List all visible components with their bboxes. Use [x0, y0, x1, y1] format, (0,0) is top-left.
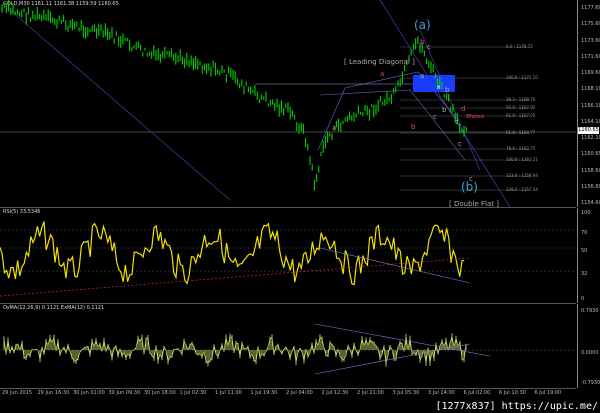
price-tick: 1162.10	[581, 135, 600, 141]
wave-mark: b	[442, 106, 447, 114]
price-tick: 1166.10	[581, 102, 600, 109]
wave-mark: a	[380, 70, 385, 78]
fib-level-label: 50.0 : 1167.92	[506, 105, 536, 110]
price-tick: 1164.10	[581, 118, 600, 125]
wave-mark: b	[411, 123, 416, 131]
rsi-pane[interactable]: RSI(5) 33.5346	[0, 208, 576, 304]
time-tick: 29 Jun 16:30	[37, 390, 70, 396]
time-tick: 30 Jun 01:00	[73, 390, 105, 396]
price-tick: 1168.10	[581, 86, 600, 93]
wave-mark: a	[420, 72, 425, 80]
trend-line	[9, 9, 231, 201]
current-price-tag: 1160.65	[578, 127, 599, 134]
price-chart-svg[interactable]	[0, 0, 576, 207]
osma-svg	[0, 323, 576, 375]
price-tick: 1175.60	[581, 21, 600, 28]
price-tick: 1156.60	[581, 183, 600, 190]
wave-mark: b	[420, 38, 425, 46]
rsi-svg	[0, 221, 576, 297]
rsi-tick: 100	[581, 210, 591, 216]
wave-mark: d	[461, 105, 466, 113]
rsi-axis: 100 70 50 32 0	[577, 208, 600, 303]
time-tick: 2 Jul 12:30	[321, 390, 349, 396]
price-axis: 1177.60 1175.60 1173.60 1171.60 1169.60 1168.…	[577, 0, 600, 207]
fib-level-label: 100.0 : 1161.21	[506, 157, 538, 162]
wave-a-label: (a)	[414, 18, 431, 32]
time-tick: 2 Jul 04:00	[286, 390, 313, 396]
watermark: [1277x837] https://upic.me/	[435, 401, 598, 412]
rsi-line	[0, 221, 465, 286]
price-chart-pane[interactable]: GOLD,M30 1161.11 1161.38 1159.59 1160.65…	[0, 0, 576, 208]
price-tick: 1158.60	[581, 167, 600, 174]
price-tick: 1169.60	[581, 70, 600, 76]
osma-tick: -0.7930	[581, 380, 600, 386]
fib-level-label: 61.8 : 1164.77	[506, 130, 536, 135]
x-label: x	[437, 84, 441, 91]
fib-level-label: 123.6 : 1158.94	[506, 173, 538, 178]
wave-mark: c	[458, 140, 462, 148]
rsi-tick: 0	[581, 296, 585, 302]
rsi-trend	[0, 257, 471, 297]
time-tick: 1 Jul 02:30	[179, 390, 207, 396]
osma-trend	[314, 343, 471, 375]
time-tick: 30 Jun 09:30	[108, 390, 141, 396]
failed-label: failed	[470, 114, 484, 120]
fib-level-label: 0.0 : 1176.72	[506, 44, 533, 49]
fib-level-label: 78.6 : 1162.75	[506, 146, 536, 151]
price-tick: 1154.60	[581, 200, 600, 206]
double-flat-label: [ Double Flat ]	[449, 200, 499, 208]
osma-tick: 0.0000	[581, 350, 599, 356]
price-tick: 1160.65	[581, 151, 600, 158]
time-tick: 6 Jul 02:00	[463, 390, 491, 396]
fib-level-label: 100.0 : 1171.10	[506, 75, 538, 80]
price-tick: 1177.60	[581, 5, 600, 11]
rsi-tick: 50	[581, 248, 588, 254]
wave-mark: b	[445, 86, 450, 94]
time-tick: 3 Jul 05:30	[392, 390, 420, 396]
wave-mark: c	[427, 43, 431, 51]
wave-mark: c	[469, 175, 473, 183]
rsi-tick: 70	[581, 230, 588, 236]
wave-mark: c	[455, 118, 459, 126]
time-tick: 1 Jul 19:30	[250, 390, 278, 396]
time-tick: 6 Jul 10:30	[499, 390, 526, 396]
wave-mark: a	[332, 124, 337, 132]
leading-diagonal-label: [ Leading Diagonal ]	[344, 58, 415, 66]
osma-tick: 0.7930	[581, 308, 599, 314]
time-tick: 3 Jul 14:00	[428, 390, 455, 396]
fib-level-label: 61.8 : 1167.05	[506, 113, 536, 118]
price-tick: 1173.60	[581, 37, 600, 44]
osma-pane[interactable]: OsMA(12,26,9) 0.1121 ExMA(12) 0.1121	[0, 304, 576, 389]
rsi-tick: 32	[581, 271, 588, 277]
osma-axis: 0.7930 0.0000 -0.7930	[577, 304, 600, 388]
time-tick: 1 Jul 11:00	[215, 390, 242, 396]
wave-mark: c	[433, 113, 437, 121]
time-tick: 30 Jun 18:00	[144, 390, 176, 396]
time-tick: 6 Jul 19:00	[534, 390, 562, 396]
fib-level-label: 38.2 : 1168.76	[506, 97, 536, 102]
wave-mark: e	[466, 112, 471, 120]
fib-level-label: 138.2 : 1157.44	[506, 187, 538, 192]
time-tick: 2 Jul 21:00	[357, 390, 384, 396]
price-tick: 1171.60	[581, 53, 600, 60]
time-tick: 29 Jun 2015	[2, 390, 33, 396]
osma-trend	[314, 323, 491, 357]
